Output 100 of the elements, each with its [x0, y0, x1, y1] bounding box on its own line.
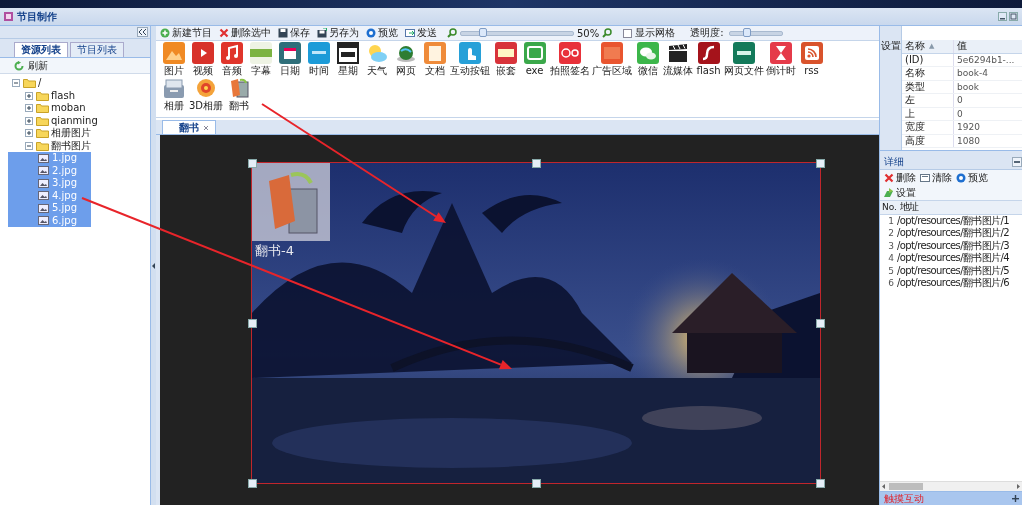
toolbar-button[interactable]: 删除选中	[218, 27, 272, 39]
component-item[interactable]: exe	[521, 42, 548, 76]
maximize-icon	[1009, 12, 1018, 21]
toolbar-button[interactable]: 另存为	[316, 27, 360, 39]
panel-tab[interactable]: 资源列表	[14, 42, 68, 57]
component-item[interactable]: 字幕	[247, 42, 274, 76]
flower-icon	[195, 77, 218, 99]
component-item[interactable]: rss	[798, 42, 825, 76]
scroll-left-icon	[882, 484, 885, 489]
component-item[interactable]: 流媒体	[663, 42, 693, 76]
tree-item[interactable]: flash	[51, 89, 75, 102]
opacity-slider[interactable]	[728, 30, 783, 36]
resize-handle[interactable]	[816, 159, 825, 168]
component-item[interactable]: 星期	[334, 42, 361, 76]
property-value: 0	[956, 107, 964, 120]
folder-icon	[36, 128, 49, 139]
folder-icon	[36, 90, 49, 101]
horizontal-scrollbar[interactable]	[880, 481, 1022, 491]
expand-toggle-icon[interactable]	[25, 129, 33, 138]
resize-handle[interactable]	[816, 479, 825, 488]
property-name: 类型	[902, 80, 954, 93]
collapse-button[interactable]	[137, 27, 148, 37]
component-item[interactable]: 文档	[421, 42, 448, 76]
editor-tab[interactable]: 翻书	[162, 120, 216, 134]
component-item[interactable]: 日期	[276, 42, 303, 76]
toolbar-button[interactable]: 保存	[277, 27, 311, 39]
toolbar-button[interactable]: 预览	[956, 170, 988, 185]
scroll-right-icon	[1017, 484, 1020, 489]
resize-handle[interactable]	[248, 479, 257, 488]
side-tab[interactable]: 设置	[880, 26, 902, 150]
component-item[interactable]: flash	[695, 42, 722, 76]
close-icon[interactable]	[203, 124, 209, 131]
component-item[interactable]: 时间	[305, 42, 332, 76]
zoom-value: 50%	[577, 27, 600, 39]
clear-icon	[920, 172, 930, 183]
zoom-slider[interactable]	[460, 30, 574, 36]
delete-icon	[884, 172, 894, 183]
table-cell: /opt/resources/翻书图片/1	[896, 214, 1010, 227]
checkbox[interactable]	[623, 28, 633, 38]
component-item[interactable]: 视频	[189, 42, 216, 76]
component-item[interactable]: 音频	[218, 42, 245, 76]
component-item[interactable]: 互动按钮	[450, 42, 490, 76]
component-item[interactable]: 图片	[160, 42, 187, 76]
toolbar-button[interactable]: 删除	[884, 170, 916, 185]
refresh-icon	[14, 60, 24, 71]
slider-thumb[interactable]	[742, 27, 751, 37]
resize-handle[interactable]	[816, 319, 825, 328]
tree-item[interactable]: /	[38, 77, 42, 90]
component-item[interactable]: 倒计时	[766, 42, 796, 76]
scrollbar-thumb[interactable]	[889, 483, 923, 490]
column-header[interactable]: No.	[880, 201, 899, 214]
zoom-out-icon	[447, 28, 457, 38]
row-number: 4	[887, 252, 895, 265]
collapse-button[interactable]	[1012, 156, 1022, 167]
image-file-icon	[38, 178, 49, 188]
toolbar-button[interactable]: 发送	[404, 27, 438, 39]
component-item[interactable]: 微信	[634, 42, 661, 76]
resize-handle[interactable]	[532, 479, 541, 488]
tree-item[interactable]: qianming	[51, 114, 98, 127]
tree-item[interactable]: 翻书图片	[51, 139, 91, 152]
checkbox-label[interactable]: 显示网格	[635, 26, 676, 40]
component-item[interactable]: 网页	[392, 42, 419, 76]
component-item[interactable]: 相册	[160, 77, 187, 111]
column-header[interactable]: 值	[954, 40, 1022, 53]
toolbar-button[interactable]: 清除	[920, 170, 952, 185]
resize-handle[interactable]	[532, 159, 541, 168]
expand-toggle-icon[interactable]	[25, 91, 33, 100]
collapse-toggle-icon[interactable]	[25, 141, 33, 150]
expand-toggle-icon[interactable]	[25, 104, 33, 113]
column-header[interactable]: 地址	[898, 201, 919, 214]
collapse-toggle-icon[interactable]	[12, 79, 20, 88]
add-icon	[160, 28, 170, 38]
expand-toggle-icon[interactable]	[25, 116, 33, 125]
slider-thumb[interactable]	[479, 27, 487, 37]
refresh-button[interactable]: 刷新	[28, 58, 48, 73]
folder-icon	[36, 103, 49, 114]
image-file-icon	[38, 216, 49, 226]
component-item[interactable]: 3D相册	[189, 77, 224, 111]
resize-handle[interactable]	[248, 159, 257, 168]
save-as-icon	[317, 28, 327, 38]
toolbar-button[interactable]: 预览	[365, 27, 399, 39]
image-file-icon	[38, 203, 49, 213]
component-item[interactable]: 网页文件	[724, 42, 764, 76]
component-item[interactable]: 天气	[363, 42, 390, 76]
tree-item[interactable]: 相册图片	[51, 127, 91, 140]
row-number: 2	[887, 227, 895, 240]
image-file-icon	[38, 166, 49, 176]
component-item[interactable]: 嵌套	[492, 42, 519, 76]
resize-handle[interactable]	[248, 319, 257, 328]
property-name: 左	[902, 94, 954, 107]
component-item[interactable]: 翻书	[225, 77, 253, 111]
toolbar-button[interactable]: 新建节目	[159, 27, 213, 39]
tree-item[interactable]: moban	[51, 102, 86, 115]
row-number: 3	[887, 239, 895, 252]
send-icon	[405, 28, 415, 38]
component-item[interactable]: 拍照签名	[550, 42, 590, 76]
property-value: book	[956, 80, 980, 93]
panel-tab[interactable]: 节目列表	[70, 42, 124, 57]
row-number: 6	[887, 277, 895, 290]
component-item[interactable]: 广告区域	[592, 42, 632, 76]
